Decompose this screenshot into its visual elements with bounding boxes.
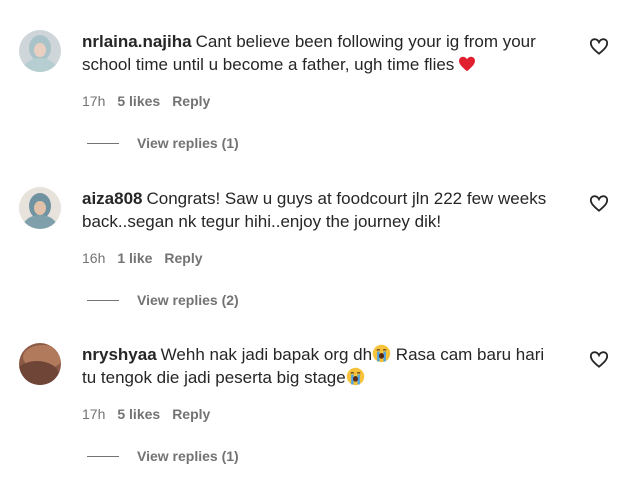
avatar[interactable] xyxy=(19,343,61,385)
red-heart-icon xyxy=(459,56,476,72)
heart-outline-icon[interactable] xyxy=(588,349,610,369)
view-replies-button[interactable]: View replies (1) xyxy=(87,135,239,151)
likes-count[interactable]: 5 likes xyxy=(117,93,160,109)
view-replies-label: View replies (1) xyxy=(137,448,239,464)
view-replies-label: View replies (2) xyxy=(137,292,239,308)
view-replies-button[interactable]: View replies (2) xyxy=(87,292,239,308)
username[interactable]: aiza808 xyxy=(82,189,143,208)
comment-meta: 17h 5 likes Reply xyxy=(82,93,210,109)
timestamp: 17h xyxy=(82,406,106,422)
likes-count[interactable]: 1 like xyxy=(117,250,152,266)
comment-text: nryshyaa Wehh nak jadi bapak org dh Rasa … xyxy=(82,343,562,389)
divider-line xyxy=(87,142,119,144)
loudly-crying-face-icon xyxy=(372,344,391,363)
comment-body: Congrats! Saw u guys at foodcourt jln 22… xyxy=(82,189,547,231)
divider-line xyxy=(87,299,119,301)
timestamp: 16h xyxy=(82,250,106,266)
avatar[interactable] xyxy=(19,30,61,72)
reply-button[interactable]: Reply xyxy=(172,93,210,109)
comment-text: aiza808 Congrats! Saw u guys at foodcourt… xyxy=(82,187,562,233)
timestamp: 17h xyxy=(82,93,106,109)
heart-outline-icon[interactable] xyxy=(588,36,610,56)
comment-meta: 16h 1 like Reply xyxy=(82,250,203,266)
username[interactable]: nryshyaa xyxy=(82,345,157,364)
reply-button[interactable]: Reply xyxy=(164,250,202,266)
reply-button[interactable]: Reply xyxy=(172,406,210,422)
loudly-crying-face-icon xyxy=(346,367,364,386)
view-replies-label: View replies (1) xyxy=(137,135,239,151)
avatar[interactable] xyxy=(19,187,61,229)
username[interactable]: nrlaina.najiha xyxy=(82,32,192,51)
comment-item: nrlaina.najiha Cant believe been followin… xyxy=(0,30,622,187)
heart-outline-icon[interactable] xyxy=(588,193,610,213)
comment-text: nrlaina.najiha Cant believe been followin… xyxy=(82,30,562,76)
comment-item: nryshyaa Wehh nak jadi bapak org dh Rasa … xyxy=(0,343,622,500)
view-replies-button[interactable]: View replies (1) xyxy=(87,448,239,464)
divider-line xyxy=(87,455,119,457)
comment-item: aiza808 Congrats! Saw u guys at foodcourt… xyxy=(0,187,622,344)
comment-meta: 17h 5 likes Reply xyxy=(82,406,210,422)
comment-body: Wehh nak jadi bapak org dh xyxy=(160,345,373,364)
likes-count[interactable]: 5 likes xyxy=(117,406,160,422)
